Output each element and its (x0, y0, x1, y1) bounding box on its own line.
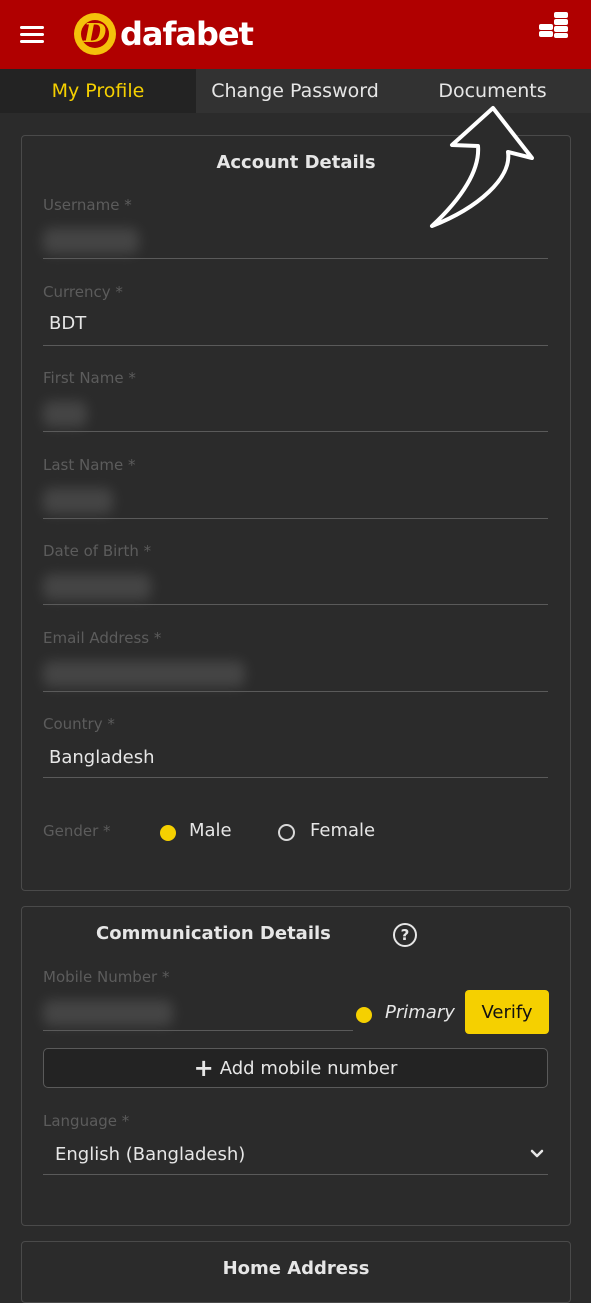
tab-change-password[interactable]: Change Password (196, 69, 394, 113)
language-label: Language * (43, 1112, 130, 1130)
email-field[interactable]: Email Address * (43, 629, 548, 693)
tab-my-profile[interactable]: My Profile (0, 69, 196, 113)
date-of-birth-label: Date of Birth * (43, 542, 152, 560)
field-underline (43, 431, 548, 432)
last-name-label: Last Name * (43, 456, 136, 474)
language-select[interactable]: Language * English (Bangladesh) (43, 1112, 548, 1176)
field-underline (43, 518, 548, 519)
gender-female-label[interactable]: Female (310, 820, 375, 841)
verify-button[interactable]: Verify (465, 990, 549, 1034)
country-label: Country * (43, 715, 115, 733)
add-mobile-number-label: Add mobile number (219, 1058, 398, 1079)
field-underline (43, 604, 548, 605)
primary-label: Primary (385, 1002, 455, 1023)
pointing-arrow-icon (430, 106, 534, 228)
currency-label: Currency * (43, 283, 123, 301)
date-of-birth-value-redacted (43, 574, 151, 600)
field-underline (43, 691, 548, 692)
last-name-field[interactable]: Last Name * (43, 456, 548, 520)
currency-field[interactable]: Currency * BDT (43, 283, 548, 347)
email-value-redacted (43, 661, 245, 687)
gender-female-radio[interactable] (278, 824, 295, 841)
coins-icon[interactable] (536, 10, 572, 40)
username-value-redacted (43, 228, 139, 254)
home-address-card: Home Address (21, 1241, 571, 1303)
date-of-birth-field[interactable]: Date of Birth * (43, 542, 548, 606)
gender-field: Gender * Male Female (43, 820, 548, 846)
first-name-label: First Name * (43, 369, 136, 387)
field-underline (43, 345, 548, 346)
app-header: D dafabet (0, 0, 591, 69)
currency-value: BDT (49, 313, 87, 334)
chevron-down-icon (530, 1149, 544, 1158)
mobile-number-label: Mobile Number * (43, 968, 170, 986)
field-underline (43, 1030, 353, 1031)
country-value: Bangladesh (49, 747, 155, 768)
gender-male-label[interactable]: Male (189, 820, 232, 841)
gender-label: Gender * (43, 822, 111, 840)
question-circle-icon[interactable]: ? (393, 923, 417, 947)
dafabet-logo[interactable]: D dafabet (74, 12, 254, 56)
language-value: English (Bangladesh) (55, 1144, 246, 1165)
communication-details-card: Communication Details ? Mobile Number * … (21, 906, 571, 1226)
hamburger-menu-icon[interactable] (20, 26, 44, 44)
last-name-value-redacted (43, 488, 113, 514)
mobile-number-value-redacted (43, 1000, 173, 1026)
communication-details-title: Communication Details (96, 923, 331, 944)
country-field[interactable]: Country * Bangladesh (43, 715, 548, 779)
account-details-card: Account Details Username * Currency * BD… (21, 135, 571, 891)
mobile-number-field[interactable]: Mobile Number * (43, 968, 353, 1032)
plus-icon: + (193, 1054, 214, 1082)
add-mobile-number-button[interactable]: + Add mobile number (43, 1048, 548, 1088)
email-label: Email Address * (43, 629, 162, 647)
home-address-title: Home Address (222, 1258, 370, 1279)
logo-text: dafabet (120, 15, 254, 53)
primary-indicator (356, 1007, 372, 1023)
first-name-field[interactable]: First Name * (43, 369, 548, 433)
first-name-value-redacted (43, 401, 87, 427)
logo-mark-icon: D (74, 13, 116, 55)
field-underline (43, 777, 548, 778)
field-underline (43, 258, 548, 259)
field-underline (43, 1174, 548, 1175)
gender-male-radio[interactable] (160, 825, 176, 841)
